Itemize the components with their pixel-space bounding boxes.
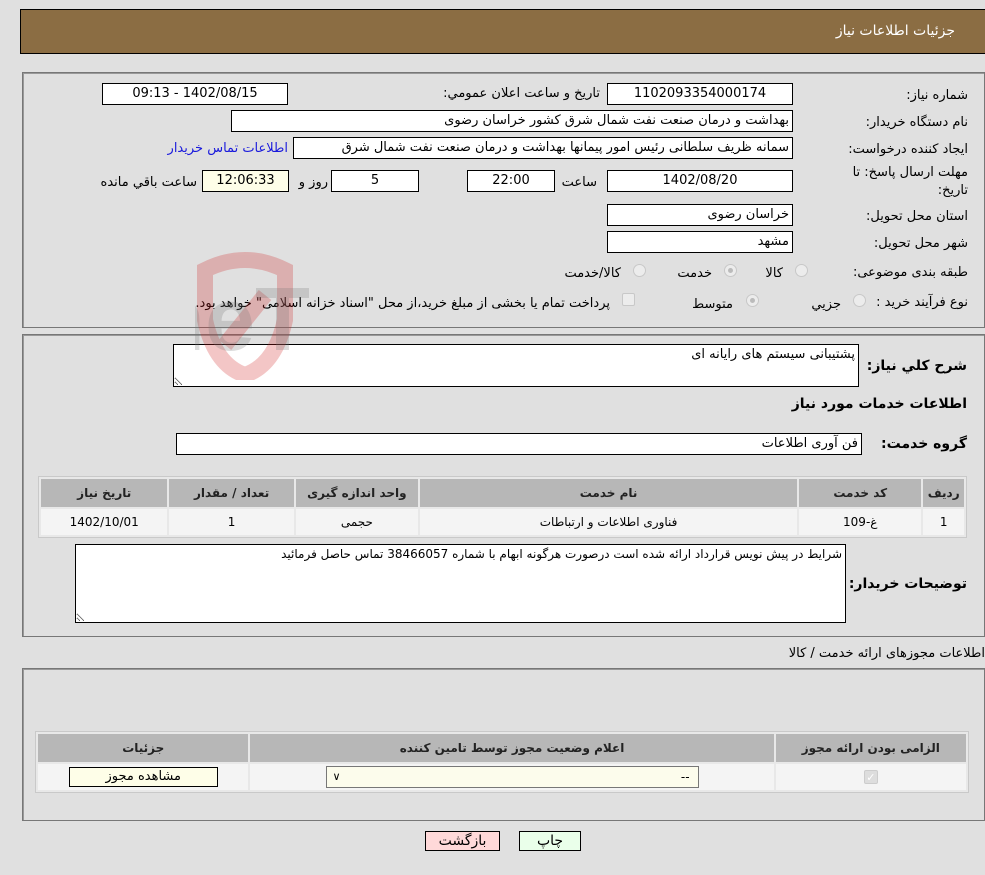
col-unit: واحد اندازه گیری <box>295 479 419 507</box>
col-need-date: تاریخ نیاز <box>41 479 168 507</box>
category-option-goods-service: کالا/خدمت <box>564 266 621 281</box>
permits-table-header: الزامی بودن ارائه مجوز اعلام وضعیت مجوز … <box>38 734 966 762</box>
chevron-down-icon: ∨ <box>332 770 341 783</box>
services-table-header: ردیف کد خدمت نام خدمت واحد اندازه گیری ت… <box>41 479 964 507</box>
buyer-org-label: نام دستگاه خريدار: <box>865 115 968 130</box>
category-radio-goods[interactable] <box>795 264 808 277</box>
time-label: ساعت <box>561 175 597 190</box>
buyer-notes-label: توضیحات خریدار: <box>848 576 967 592</box>
buyer-org-field[interactable]: بهداشت و درمان صنعت نفت شمال شرق کشور خر… <box>231 110 793 132</box>
city-label: شهر محل تحویل: <box>873 236 968 251</box>
permits-heading: اطلاعات مجوزهای ارائه خدمت / کالا <box>788 646 985 661</box>
category-radio-service[interactable] <box>724 264 737 277</box>
services-heading: اطلاعات خدمات مورد نياز <box>791 396 967 412</box>
cell-unit: حجمی <box>295 509 419 535</box>
col-row-number: ردیف <box>923 479 964 507</box>
cell-row-number: 1 <box>923 509 964 535</box>
table-row: 1 غ-109 فناوری اطلاعات و ارتباطات حجمی 1… <box>41 509 964 535</box>
days-label: روز و <box>298 175 328 190</box>
category-label: طبقه بندی موضوعی: <box>852 265 968 280</box>
page-title: جزئیات اطلاعات نیاز <box>835 23 955 39</box>
description-textarea[interactable]: پشتیبانی سیستم های رایانه ای <box>173 344 859 387</box>
deadline-label: مهلت ارسال پاسخ: تا تاریخ: <box>852 165 968 198</box>
permit-required-checkbox[interactable]: ✓ <box>863 770 878 784</box>
category-radio-goods-service[interactable] <box>633 264 646 277</box>
permit-status-select[interactable]: -- ∨ <box>325 766 699 788</box>
process-radio-medium[interactable] <box>746 294 759 307</box>
buyer-contact-link[interactable]: اطلاعات تماس خريدار <box>168 141 288 156</box>
requester-field[interactable]: سمانه ظریف سلطانی رئیس امور پیمانها بهدا… <box>293 137 793 159</box>
category-option-goods: کالا <box>765 266 783 281</box>
service-group-field[interactable]: فن آوری اطلاعات <box>176 433 862 455</box>
deadline-date-field[interactable]: 1402/08/20 <box>607 170 793 192</box>
remaining-label: ساعت باقي مانده <box>100 175 197 190</box>
description-label: شرح کلي نياز: <box>866 358 967 374</box>
col-permit-status: اعلام وضعیت مجوز توسط تامین کننده <box>250 734 774 762</box>
process-option-minor: جزيي <box>811 297 841 312</box>
treasury-note: پرداخت تمام یا بخشی از مبلغ خرید،از محل … <box>195 296 610 311</box>
days-field[interactable]: 5 <box>331 170 419 192</box>
requester-label: ایجاد کننده درخواست: <box>848 142 968 157</box>
cell-service-code: غ-109 <box>799 509 922 535</box>
table-row: ✓ -- ∨ مشاهده مجوز <box>38 764 966 790</box>
cell-service-name: فناوری اطلاعات و ارتباطات <box>420 509 798 535</box>
process-label: نوع فرآیند خرید : <box>876 295 968 310</box>
cell-permit-status: -- ∨ <box>250 764 774 790</box>
buyer-notes-textarea[interactable]: شرایط در پیش نویس قرارداد ارائه شده است … <box>75 544 846 623</box>
col-permit-details: جزئیات <box>38 734 249 762</box>
col-service-name: نام خدمت <box>420 479 798 507</box>
print-button[interactable]: چاپ <box>519 831 581 851</box>
cell-permit-details: مشاهده مجوز <box>38 764 249 790</box>
col-quantity: تعداد / مقدار <box>169 479 294 507</box>
remaining-time-field[interactable]: 12:06:33 <box>202 170 289 192</box>
need-number-field[interactable]: 1102093354000174 <box>607 83 793 105</box>
treasury-checkbox[interactable] <box>622 293 635 306</box>
province-label: استان محل تحویل: <box>866 209 968 224</box>
category-option-service: خدمت <box>677 266 712 281</box>
col-permit-required: الزامی بودن ارائه مجوز <box>775 734 966 762</box>
cell-need-date: 1402/10/01 <box>41 509 168 535</box>
cell-quantity: 1 <box>169 509 294 535</box>
view-permit-button[interactable]: مشاهده مجوز <box>68 767 218 787</box>
need-number-label: شماره نیاز: <box>906 88 968 103</box>
process-radio-minor[interactable] <box>853 294 866 307</box>
permit-status-value: -- <box>680 770 690 784</box>
permits-table: الزامی بودن ارائه مجوز اعلام وضعیت مجوز … <box>35 731 969 793</box>
cell-permit-required: ✓ <box>775 764 966 790</box>
province-field[interactable]: خراسان رضوی <box>607 204 793 226</box>
service-group-label: گروه خدمت: <box>881 436 967 452</box>
announce-field[interactable]: 1402/08/15 - 09:13 <box>102 83 288 105</box>
back-button[interactable]: بازگشت <box>425 831 500 851</box>
announce-label: تاریخ و ساعت اعلان عمومي: <box>443 86 600 101</box>
col-service-code: کد خدمت <box>799 479 922 507</box>
city-field[interactable]: مشهد <box>607 231 793 253</box>
deadline-time-field[interactable]: 22:00 <box>467 170 555 192</box>
services-table: ردیف کد خدمت نام خدمت واحد اندازه گیری ت… <box>38 476 967 538</box>
process-option-medium: متوسط <box>692 297 733 312</box>
